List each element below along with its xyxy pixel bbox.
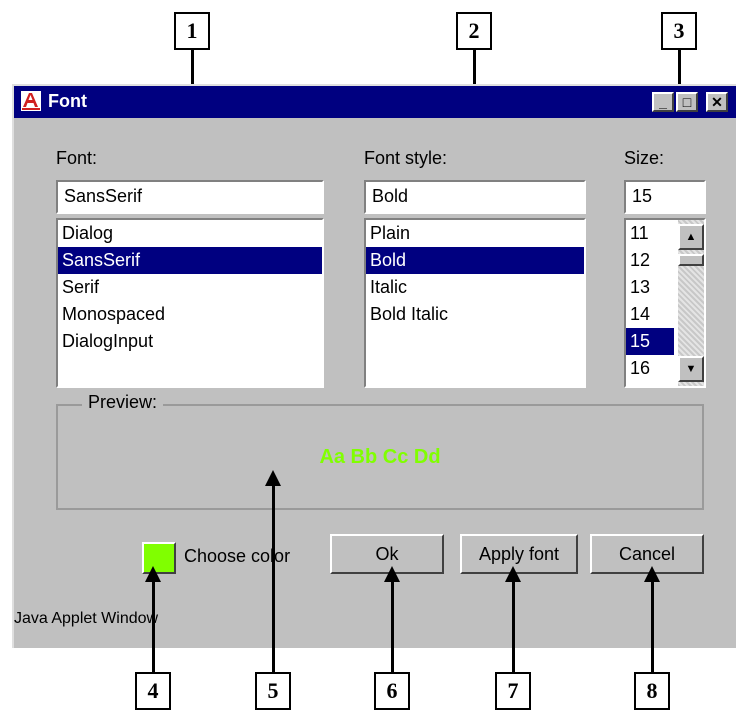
size-list-item[interactable]: 15	[626, 328, 674, 355]
maximize-button[interactable]: □	[676, 92, 698, 112]
size-list-item[interactable]: 12	[626, 247, 674, 274]
preview-sample-text: Aa Bb Cc Dd	[319, 446, 441, 468]
scroll-thumb[interactable]	[678, 254, 704, 266]
size-list-item[interactable]: 11	[626, 220, 674, 247]
maximize-icon: □	[682, 94, 692, 110]
callout-label: 7	[507, 678, 519, 703]
size-list-item[interactable]: 14	[626, 301, 674, 328]
minimize-icon: _	[659, 94, 667, 110]
callout-4: 4	[135, 672, 171, 710]
font-style-field[interactable]: Bold	[364, 180, 586, 214]
callout-label: 2	[468, 18, 480, 43]
callout-label: 3	[673, 18, 685, 43]
font-app-icon	[21, 91, 41, 111]
font-style-list-item[interactable]: Italic	[366, 274, 584, 301]
callout-label: 5	[267, 678, 279, 703]
callout-label: 6	[386, 678, 398, 703]
callout-8-arrow-line	[651, 580, 654, 672]
font-list-item[interactable]: DialogInput	[58, 328, 322, 355]
font-list-item[interactable]: Dialog	[58, 220, 322, 247]
close-icon: ✕	[711, 93, 723, 110]
font-style-list-item[interactable]: Bold	[366, 247, 584, 274]
font-style-list[interactable]: Plain Bold Italic Bold Italic	[364, 218, 586, 388]
font-style-list-item[interactable]: Bold Italic	[366, 301, 584, 328]
scroll-down-arrow-icon: ▼	[685, 363, 697, 375]
callout-1: 1	[174, 12, 210, 50]
font-style-list-item[interactable]: Plain	[366, 220, 584, 247]
scroll-down-button[interactable]: ▼	[678, 356, 704, 382]
size-scrollbar[interactable]: ▲ ▼	[678, 220, 704, 386]
font-list-item[interactable]: Monospaced	[58, 301, 322, 328]
callout-8: 8	[634, 672, 670, 710]
callout-6-arrow-line	[391, 580, 394, 672]
size-list[interactable]: 11 12 13 14 15 16 ▲ ▼	[624, 218, 706, 388]
callout-label: 4	[147, 678, 159, 703]
callout-4-arrow-line	[152, 580, 155, 672]
close-button[interactable]: ✕	[706, 92, 728, 112]
callout-7: 7	[495, 672, 531, 710]
title-bar[interactable]: Font _ □ ✕	[14, 86, 736, 118]
font-dialog-window: Font _ □ ✕ Font: SansSerif Dialog SansSe…	[12, 84, 736, 648]
window-title: Font	[48, 91, 87, 111]
size-label: Size:	[624, 148, 665, 168]
size-list-item[interactable]: 13	[626, 274, 674, 301]
font-list-item[interactable]: Serif	[58, 274, 322, 301]
size-list-item[interactable]: 16	[626, 355, 674, 382]
callout-7-arrow-line	[512, 580, 515, 672]
font-label: Font:	[56, 148, 98, 168]
callout-2: 2	[456, 12, 492, 50]
size-field[interactable]: 15	[624, 180, 706, 214]
callout-label: 1	[186, 18, 198, 43]
callout-5: 5	[255, 672, 291, 710]
minimize-button[interactable]: _	[652, 92, 674, 112]
font-name-field[interactable]: SansSerif	[56, 180, 324, 214]
font-name-list[interactable]: Dialog SansSerif Serif Monospaced Dialog…	[56, 218, 324, 388]
callout-6: 6	[374, 672, 410, 710]
callout-label: 8	[646, 678, 658, 703]
preview-group: Preview: Aa Bb Cc Dd	[56, 392, 704, 510]
preview-legend: Preview:	[82, 392, 164, 413]
callout-5-arrow-line	[272, 484, 275, 672]
font-style-label: Font style:	[364, 148, 448, 168]
scroll-up-button[interactable]: ▲	[678, 224, 704, 250]
scroll-up-arrow-icon: ▲	[685, 231, 697, 243]
font-list-item[interactable]: SansSerif	[58, 247, 322, 274]
applet-status-text: Java Applet Window	[14, 610, 159, 627]
callout-3: 3	[661, 12, 697, 50]
